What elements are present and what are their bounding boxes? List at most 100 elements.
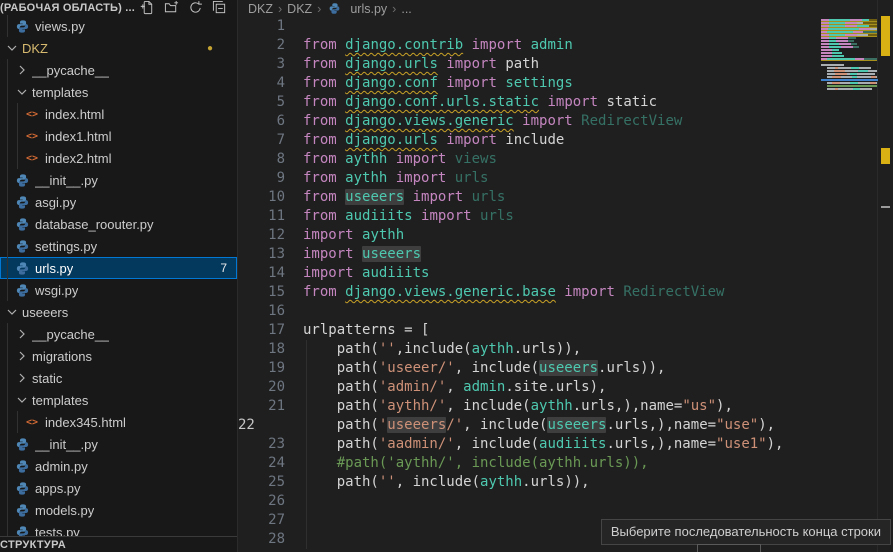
tree-item-apps.py[interactable]: apps.py (0, 477, 237, 499)
tree-item-templates[interactable]: templates (0, 81, 237, 103)
tree-item-asgi.py[interactable]: asgi.py (0, 191, 237, 213)
line-number[interactable]: 19 (238, 359, 285, 378)
code-line-25[interactable]: 25 path('', include(aythh.urls)), (238, 473, 821, 492)
line-number[interactable]: 13 (238, 245, 285, 264)
new-file-icon[interactable] (140, 0, 155, 15)
code-line-3[interactable]: 3from django.urls import path (238, 55, 821, 74)
code-line-6[interactable]: 6from django.views.generic import Redire… (238, 112, 821, 131)
tree-item-index2.html[interactable]: <>index2.html (0, 147, 237, 169)
line-number[interactable]: 9 (238, 169, 285, 188)
code-token: , include( (396, 474, 480, 490)
breadcrumb-item-...[interactable]: ... (401, 2, 411, 16)
line-number[interactable]: 16 (238, 302, 285, 321)
code-line-1[interactable]: 1 (238, 17, 821, 36)
code-line-20[interactable]: 20 path('admin/', admin.site.urls), (238, 378, 821, 397)
line-number[interactable]: 17 (238, 321, 285, 340)
tree-item-useeers[interactable]: useeers (0, 301, 237, 323)
line-number[interactable]: 23 (238, 435, 285, 454)
tree-item-index.html[interactable]: <>index.html (0, 103, 237, 125)
breadcrumb-item-DKZ[interactable]: DKZ (287, 2, 312, 16)
tree-item-settings.py[interactable]: settings.py (0, 235, 237, 257)
code-line-15[interactable]: 15from django.views.generic.base import … (238, 283, 821, 302)
outline-section-header[interactable]: СТРУКТУРА (0, 536, 237, 552)
code-line-19[interactable]: 19 path('useeer/', include(useeers.urls)… (238, 359, 821, 378)
tree-item---pycache--[interactable]: __pycache__ (0, 323, 237, 345)
code-token: path( (303, 474, 379, 490)
line-number[interactable]: 4 (238, 74, 285, 93)
minimap[interactable] (821, 16, 878, 100)
new-folder-icon[interactable] (164, 0, 179, 15)
line-number[interactable]: 26 (238, 492, 285, 511)
code-line-23[interactable]: 23 path('aadmin/', include(audiiits.urls… (238, 435, 821, 454)
line-number[interactable]: 1 (238, 17, 285, 36)
tree-item-database-roouter.py[interactable]: database_roouter.py (0, 213, 237, 235)
code-token: .urls,),name= (606, 436, 716, 452)
tree-item-migrations[interactable]: migrations (0, 345, 237, 367)
explorer-section-header[interactable]: (РАБОЧАЯ ОБЛАСТЬ) ... (0, 0, 237, 15)
line-number[interactable]: 11 (238, 207, 285, 226)
tree-item-urls.py[interactable]: urls.py7 (0, 257, 237, 279)
code-line-12[interactable]: 12import aythh (238, 226, 821, 245)
tree-item-views.py[interactable]: views.py (0, 15, 237, 37)
line-number[interactable]: 18 (238, 340, 285, 359)
tree-item-tests.py[interactable]: tests.py (0, 521, 237, 537)
minimap-line (821, 76, 878, 78)
breadcrumb-item-DKZ[interactable]: DKZ (248, 2, 273, 16)
code-line-18[interactable]: 18 path('',include(aythh.urls)), (238, 340, 821, 359)
overview-ruler[interactable] (877, 0, 893, 552)
tree-item---init--.py[interactable]: __init__.py (0, 433, 237, 455)
line-number[interactable]: 28 (238, 530, 285, 549)
code-token: static (606, 94, 657, 110)
code-line-5[interactable]: 5from django.conf.urls.static import sta… (238, 93, 821, 112)
line-number[interactable]: 21 (238, 397, 285, 416)
code-line-11[interactable]: 11from audiiits import urls (238, 207, 821, 226)
tree-item-admin.py[interactable]: admin.py (0, 455, 237, 477)
python-file-icon (14, 238, 30, 254)
tree-item-models.py[interactable]: models.py (0, 499, 237, 521)
code-line-21[interactable]: 21 path('aythh/', include(aythh.urls,),n… (238, 397, 821, 416)
tree-item-wsgi.py[interactable]: wsgi.py (0, 279, 237, 301)
code-line-24[interactable]: 24 #path('aythh/', include(aythh.urls)), (238, 454, 821, 473)
line-number[interactable]: 7 (238, 131, 285, 150)
tree-item-DKZ[interactable]: DKZ● (0, 37, 237, 59)
code-line-4[interactable]: 4from django.conf import settings (238, 74, 821, 93)
line-number[interactable]: 14 (238, 264, 285, 283)
code-line-14[interactable]: 14import audiiits (238, 264, 821, 283)
tree-item-static[interactable]: static (0, 367, 237, 389)
line-number[interactable]: 27 (238, 511, 285, 530)
tree-item---pycache--[interactable]: __pycache__ (0, 59, 237, 81)
code-line-13[interactable]: 13import useeers (238, 245, 821, 264)
breadcrumb-item-urls.py[interactable]: urls.py (326, 1, 387, 17)
code-token: import (303, 246, 362, 262)
code-line-26[interactable]: 26 (238, 492, 821, 511)
line-number[interactable]: 3 (238, 55, 285, 74)
tree-item-templates[interactable]: templates (0, 389, 237, 411)
code-line-2[interactable]: 2from django.contrib import admin (238, 36, 821, 55)
collapse-all-icon[interactable] (212, 0, 227, 15)
code-line-16[interactable]: 16 (238, 302, 821, 321)
chevron-down-icon (14, 392, 30, 408)
line-number[interactable]: 20 (238, 378, 285, 397)
code-line-22[interactable]: 22 path('useeers/', include(useeers.urls… (238, 416, 821, 435)
line-number[interactable]: 15 (238, 283, 285, 302)
code-line-10[interactable]: 10from useeers import urls (238, 188, 821, 207)
line-number[interactable]: 22 (238, 416, 285, 431)
line-number[interactable]: 10 (238, 188, 285, 207)
line-number[interactable]: 25 (238, 473, 285, 492)
line-number[interactable]: 8 (238, 150, 285, 169)
code-token: useeers (547, 417, 606, 433)
code-line-9[interactable]: 9from aythh import urls (238, 169, 821, 188)
code-line-17[interactable]: 17urlpatterns = [ (238, 321, 821, 340)
code-line-7[interactable]: 7from django.urls import include (238, 131, 821, 150)
refresh-icon[interactable] (188, 0, 203, 15)
tree-item-index345.html[interactable]: <>index345.html (0, 411, 237, 433)
line-number[interactable]: 12 (238, 226, 285, 245)
line-number[interactable]: 24 (238, 454, 285, 473)
line-number[interactable]: 5 (238, 93, 285, 112)
line-number[interactable]: 2 (238, 36, 285, 55)
tree-item-index1.html[interactable]: <>index1.html (0, 125, 237, 147)
code-area[interactable]: 12from django.contrib import admin3from … (238, 17, 821, 549)
code-line-8[interactable]: 8from aythh import views (238, 150, 821, 169)
line-number[interactable]: 6 (238, 112, 285, 131)
tree-item---init--.py[interactable]: __init__.py (0, 169, 237, 191)
